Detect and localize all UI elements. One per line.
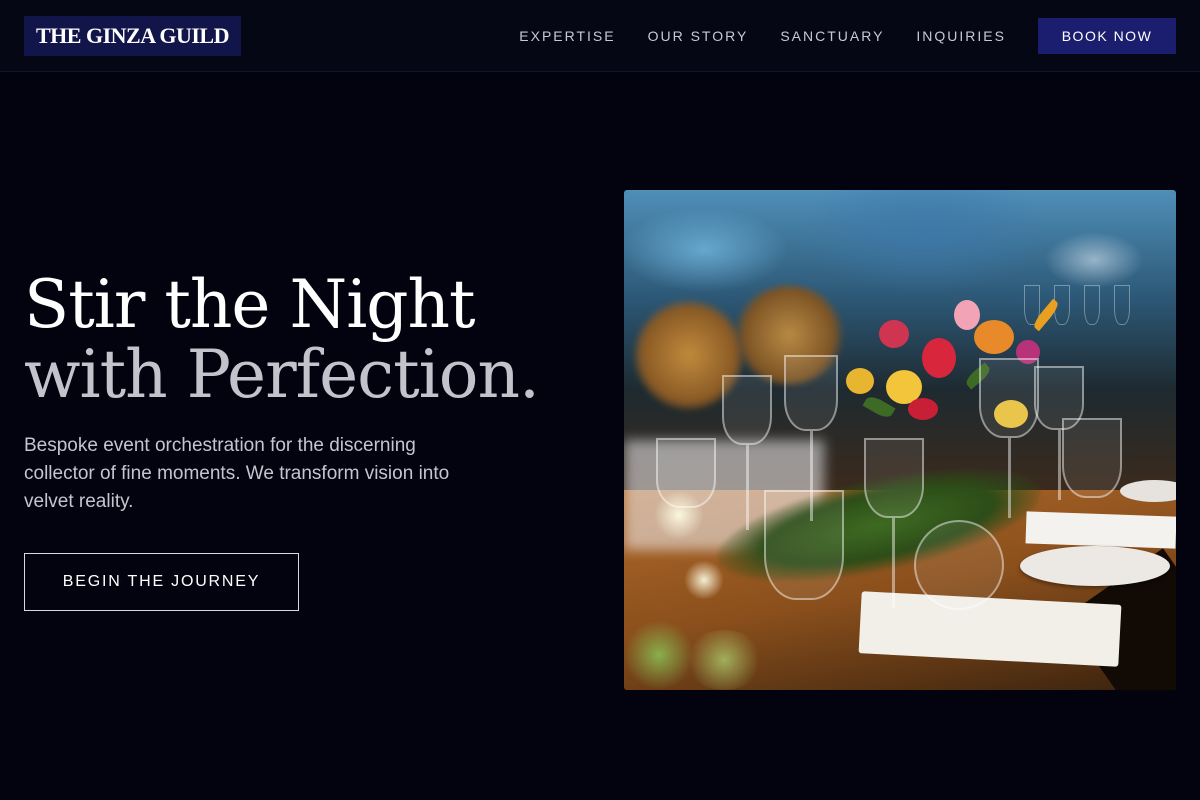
wine-glass — [784, 355, 838, 431]
nav-item-expertise[interactable]: EXPERTISE — [519, 28, 615, 44]
nav-item-our-story[interactable]: OUR STORY — [648, 28, 749, 44]
wine-glass — [722, 375, 772, 445]
nav-item-inquiries[interactable]: INQUIRIES — [916, 28, 1006, 44]
flower — [879, 320, 909, 348]
brand-logo[interactable]: THE GINZA GUILD — [24, 16, 241, 56]
background-glass — [1084, 285, 1100, 325]
site-header: THE GINZA GUILD EXPERTISE OUR STORY SANC… — [0, 0, 1200, 72]
banquet-table-image — [624, 190, 1176, 690]
wine-glass — [979, 358, 1039, 438]
book-now-button[interactable]: BOOK NOW — [1038, 18, 1176, 54]
glass-stem — [746, 445, 749, 530]
hero-copy: Stir the Night with Perfection. Bespoke … — [24, 270, 604, 516]
flower — [846, 368, 874, 394]
main-nav: EXPERTISE OUR STORY SANCTUARY INQUIRIES … — [519, 18, 1176, 54]
flower — [974, 320, 1014, 354]
bokeh-light — [684, 630, 764, 690]
hero-headline: Stir the Night with Perfection. — [24, 270, 604, 410]
flower — [954, 300, 980, 330]
headline-line-2: with Perfection. — [24, 336, 540, 413]
begin-journey-button[interactable]: BEGIN THE JOURNEY — [24, 553, 299, 611]
headline-line-1: Stir the Night — [24, 266, 476, 343]
glass-stem — [892, 518, 895, 608]
flower — [908, 398, 938, 420]
glass-stem — [1008, 438, 1011, 518]
nav-item-sanctuary[interactable]: SANCTUARY — [780, 28, 884, 44]
flower — [922, 338, 956, 378]
wine-glass — [864, 438, 924, 518]
plate — [1020, 546, 1170, 586]
bokeh-light — [684, 560, 724, 600]
water-glass — [914, 520, 1004, 610]
glass-stem — [1058, 430, 1061, 500]
napkin — [1025, 511, 1176, 549]
wine-glass — [764, 490, 844, 600]
bokeh-light — [654, 490, 704, 540]
background-glass — [1114, 285, 1130, 325]
wine-glass — [1062, 418, 1122, 498]
hero-subcopy: Bespoke event orchestration for the disc… — [24, 435, 450, 512]
